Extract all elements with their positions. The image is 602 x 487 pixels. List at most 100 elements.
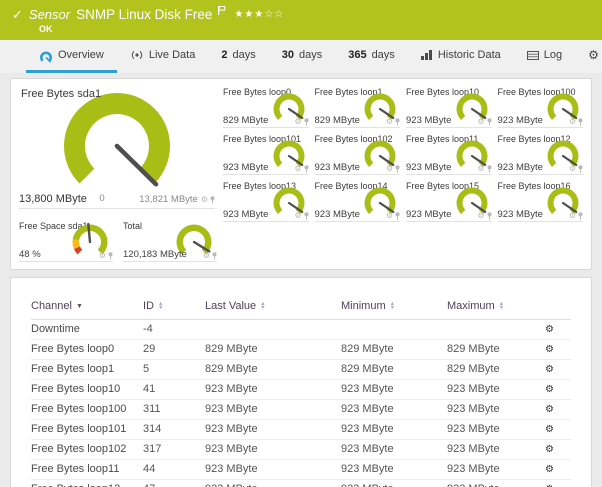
gear-icon[interactable]: ⚙	[386, 118, 393, 126]
gear-icon[interactable]: ⚙	[294, 212, 301, 220]
channel-settings-gear-icon[interactable]: ⚙	[545, 384, 554, 395]
gear-icon[interactable]: ⚙	[477, 118, 484, 126]
channel-tile-free-bytes-loop16[interactable]: Free Bytes loop16 923 MByte ⚙	[497, 179, 583, 223]
channel-settings-gear-icon[interactable]: ⚙	[545, 424, 554, 435]
summary-gauge-tiles: Free Space sda1 48 % ⚙ Total 120,183 MBy…	[19, 219, 217, 263]
sort-icon: ▲ ▼	[158, 301, 163, 311]
column-header-minimum[interactable]: Minimum ▲ ▼	[341, 300, 447, 320]
channel-tile-free-bytes-loop100[interactable]: Free Bytes loop100 923 MByte ⚙	[497, 85, 583, 129]
channel-tile-free-bytes-loop12[interactable]: Free Bytes loop12 923 MByte ⚙	[497, 132, 583, 176]
gear-icon[interactable]: ⚙	[569, 212, 576, 220]
tile-icons: ⚙	[386, 118, 400, 126]
gear-icon[interactable]: ⚙	[386, 165, 393, 173]
tab-historic-data[interactable]: Historic Data	[408, 40, 514, 73]
channel-tile-free-bytes-loop101[interactable]: Free Bytes loop101 923 MByte ⚙	[223, 132, 309, 176]
tab-365-days[interactable]: 365 days	[335, 40, 408, 73]
channel-tile-free-bytes-sda1[interactable]: Free Bytes sda1 13,800 MByte 0 13,821 MB…	[19, 85, 215, 209]
pin-icon[interactable]	[210, 196, 215, 204]
channel-tile-value: 923 MByte	[223, 209, 269, 220]
pin-icon[interactable]	[395, 118, 400, 126]
gear-icon[interactable]: ⚙	[203, 252, 210, 260]
pin-icon[interactable]	[303, 212, 309, 220]
channel-tile-free-space-sda1[interactable]: Free Space sda1 48 % ⚙	[19, 219, 113, 263]
channel-cell: Free Bytes loop12	[31, 479, 143, 487]
channel-settings-gear-icon[interactable]: ⚙	[545, 464, 554, 475]
channel-tile-bottom: 48 % ⚙	[19, 249, 113, 262]
gauge-min-label: 0	[99, 193, 105, 204]
maximum-cell: 923 MByte	[447, 479, 545, 487]
gear-icon[interactable]: ⚙	[99, 252, 106, 260]
pin-icon[interactable]	[395, 165, 400, 173]
channel-tile-bottom: 923 MByte ⚙	[406, 209, 492, 222]
column-header-last-value[interactable]: Last Value ▲ ▼	[205, 300, 341, 320]
channel-cell: Free Bytes loop101	[31, 419, 143, 440]
channel-tile-free-bytes-loop11[interactable]: Free Bytes loop11 923 MByte ⚙	[406, 132, 492, 176]
channel-tile-free-bytes-loop14[interactable]: Free Bytes loop14 923 MByte ⚙	[314, 179, 400, 223]
pin-icon[interactable]	[486, 165, 492, 173]
channel-tile-free-bytes-loop13[interactable]: Free Bytes loop13 923 MByte ⚙	[223, 179, 309, 223]
pin-icon[interactable]	[303, 118, 309, 126]
channel-tile-total[interactable]: Total 120,183 MByte ⚙	[123, 219, 217, 263]
pin-icon[interactable]	[486, 118, 492, 126]
channel-settings-gear-icon[interactable]: ⚙	[545, 324, 554, 335]
pin-icon[interactable]	[395, 212, 400, 220]
gear-icon[interactable]: ⚙	[386, 212, 393, 220]
star-empty-icon: ☆	[264, 9, 275, 20]
channel-tile-bottom: 829 MByte ⚙	[314, 115, 400, 128]
channel-tile-value: 829 MByte	[223, 115, 269, 126]
channel-cell: Free Bytes loop0	[31, 339, 143, 360]
channel-settings-gear-icon[interactable]: ⚙	[545, 404, 554, 415]
gear-icon[interactable]: ⚙	[477, 165, 484, 173]
pin-icon[interactable]	[212, 252, 217, 260]
tab-2-days[interactable]: 2 days	[208, 40, 268, 73]
channel-tile-free-bytes-loop10[interactable]: Free Bytes loop10 923 MByte ⚙	[406, 85, 492, 129]
gear-icon[interactable]: ⚙	[477, 212, 484, 220]
channel-tile-bottom: 923 MByte ⚙	[223, 209, 309, 222]
tab-30-days[interactable]: 30 days	[269, 40, 336, 73]
channel-tile-free-bytes-loop1[interactable]: Free Bytes loop1 829 MByte ⚙	[314, 85, 400, 129]
prtg-sensor-page: ✓ Sensor SNMP Linux Disk Free ★★★☆☆ OK O…	[0, 0, 602, 487]
channel-cell: Free Bytes loop102	[31, 439, 143, 460]
tab-label: Overview	[58, 49, 104, 61]
channel-tile-free-bytes-loop15[interactable]: Free Bytes loop15 923 MByte ⚙	[406, 179, 492, 223]
pin-icon[interactable]	[303, 165, 309, 173]
last-value-cell	[205, 319, 341, 340]
channel-settings-gear-icon[interactable]: ⚙	[545, 344, 554, 355]
table-row-free-bytes-loop12: Free Bytes loop1247923 MByte923 MByte923…	[31, 479, 571, 487]
bar-chart-icon	[420, 50, 433, 60]
table-row-downtime: Downtime -4 ⚙	[31, 319, 571, 340]
channel-tile-bottom: 923 MByte ⚙	[406, 162, 492, 175]
tile-icons: ⚙	[477, 118, 492, 126]
priority-stars[interactable]: ★★★☆☆	[234, 9, 284, 20]
tab-overview[interactable]: Overview	[26, 40, 117, 73]
tab-label: days	[232, 49, 256, 61]
table-body: Downtime -4 ⚙ Free Bytes loop0 29 829 MByte 82…	[31, 319, 571, 487]
column-header-maximum[interactable]: Maximum ▲ ▼	[447, 300, 545, 320]
column-header-id[interactable]: ID ▲ ▼	[143, 300, 205, 320]
pin-icon[interactable]	[486, 212, 492, 220]
tab-log[interactable]: Log	[514, 40, 575, 73]
gear-icon[interactable]: ⚙	[569, 165, 576, 173]
pin-icon[interactable]	[108, 252, 113, 260]
tab-settings[interactable]: ⚙Settings	[575, 40, 602, 73]
column-header-channel[interactable]: Channel ▼	[31, 300, 143, 320]
gear-icon[interactable]: ⚙	[201, 196, 208, 204]
gear-icon[interactable]: ⚙	[294, 118, 301, 126]
channel-tile-free-bytes-loop0[interactable]: Free Bytes loop0 829 MByte ⚙	[223, 85, 309, 129]
channel-cell: Free Bytes loop10	[31, 379, 143, 400]
channel-settings-gear-icon[interactable]: ⚙	[545, 444, 554, 455]
gear-icon[interactable]: ⚙	[569, 118, 576, 126]
channel-settings-cell: ⚙	[545, 419, 571, 440]
channel-tile-free-bytes-loop102[interactable]: Free Bytes loop102 923 MByte ⚙	[314, 132, 400, 176]
pin-icon[interactable]	[578, 212, 583, 220]
flag-icon[interactable]	[218, 2, 226, 20]
tile-icons: ⚙	[569, 212, 583, 220]
tab-live-data[interactable]: Live Data	[117, 40, 208, 73]
tile-icons: ⚙	[477, 212, 492, 220]
channel-settings-gear-icon[interactable]: ⚙	[545, 364, 554, 375]
sensor-header: ✓ Sensor SNMP Linux Disk Free ★★★☆☆ OK	[0, 0, 602, 40]
gear-icon[interactable]: ⚙	[294, 165, 301, 173]
sensor-title: SNMP Linux Disk Free	[76, 7, 213, 22]
pin-icon[interactable]	[578, 118, 583, 126]
pin-icon[interactable]	[578, 165, 583, 173]
